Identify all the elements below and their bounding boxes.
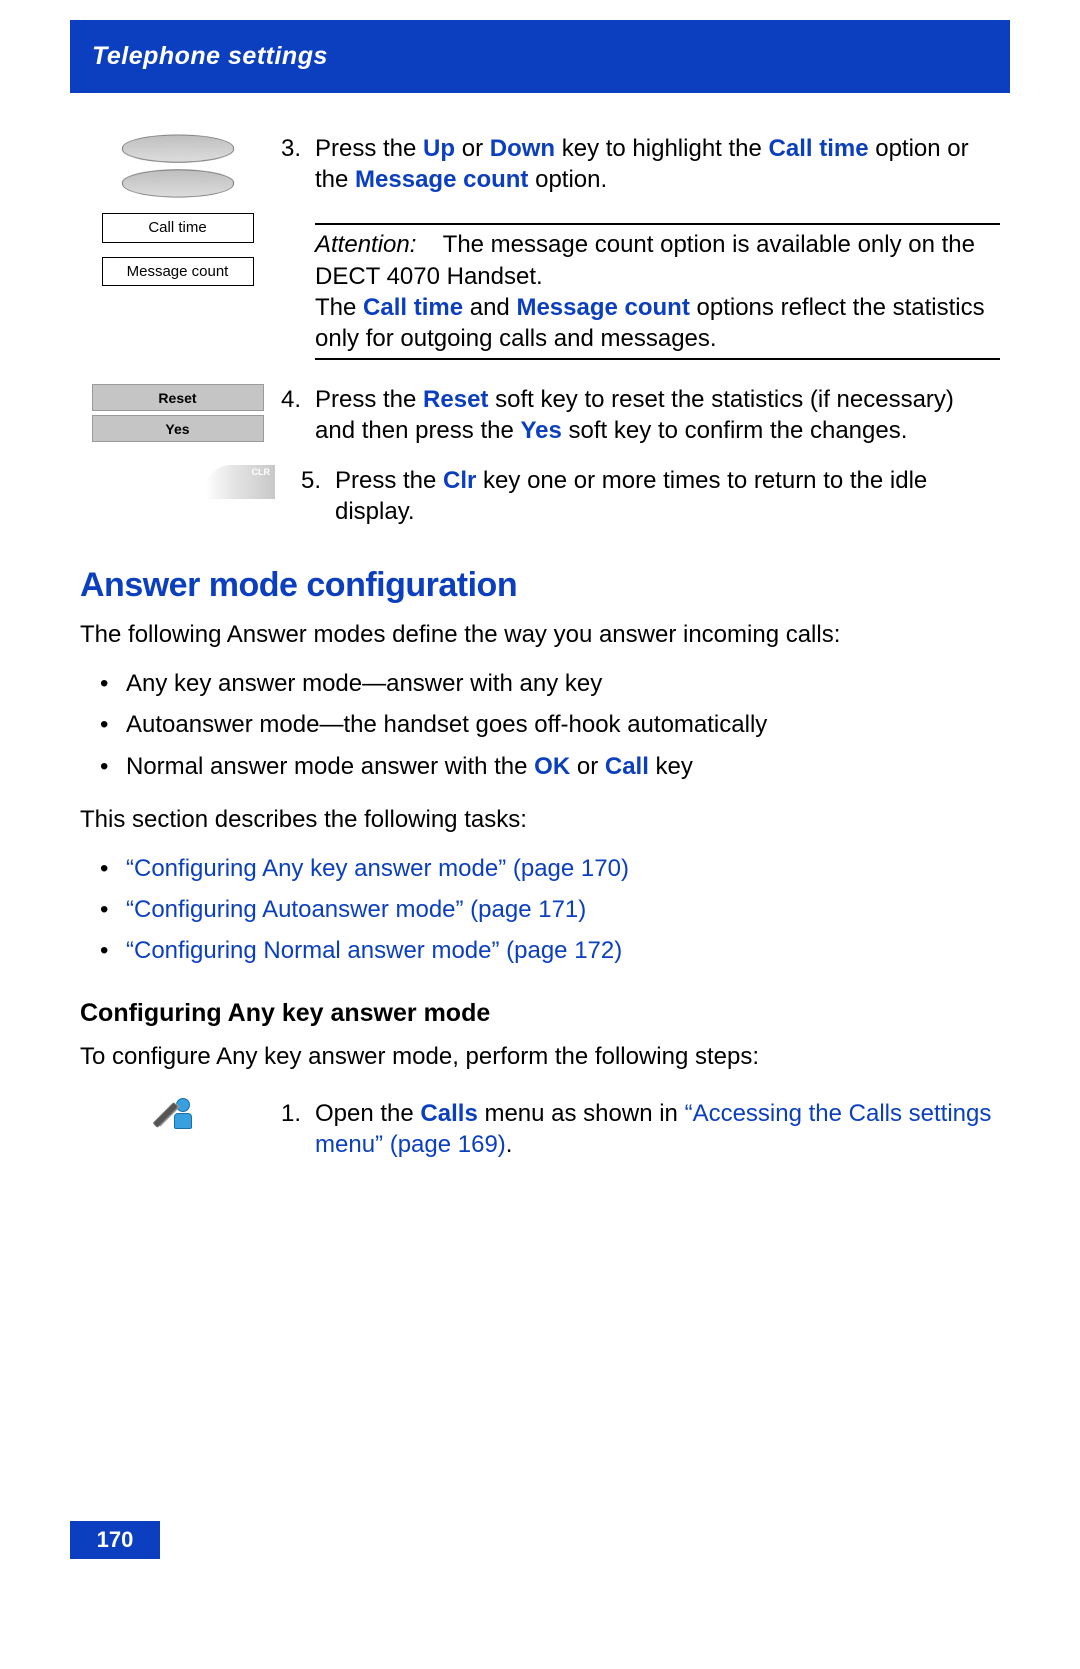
page-number-value: 170 [97,1527,134,1553]
tasks-intro: This section describes the following tas… [80,804,1000,835]
attention-note: Attention: The message count option is a… [315,223,1000,360]
mode-any-key: Any key answer mode—answer with any key [126,668,602,699]
yes-label: Yes [520,417,561,444]
reset-label: Reset [423,386,488,413]
bullet-icon: • [100,894,108,925]
chapter-header: Telephone settings [70,20,1010,93]
step-3-illustration: Call time Message count [80,133,275,286]
chapter-title: Telephone settings [92,42,328,70]
option-call-time: Call time [102,213,254,243]
step-5-body: Press the Clr key one or more times to r… [335,465,1000,527]
t: Open the [315,1100,420,1127]
anykey-step-1-body: Open the Calls menu as shown in “Accessi… [315,1098,1000,1160]
anykey-step-1-row: 1. Open the Calls menu as shown in “Acce… [80,1098,1000,1160]
list-item: • Any key answer mode—answer with any ke… [100,668,1000,699]
t: Press the [315,386,423,413]
step-4-row: Reset Yes 4. Press the Reset soft key to… [80,384,1000,446]
t: or [455,135,490,162]
step-5-illustration: CLR [80,465,295,499]
clr-key-icon: CLR [205,465,275,499]
subsection-heading: Configuring Any key answer mode [80,997,1000,1030]
t: option. [528,166,607,193]
step-5-number: 5. [295,465,321,496]
attention-label: Attention: [315,231,416,258]
t: or [570,753,605,780]
up-key-label: Up [423,135,455,162]
step-4-illustration: Reset Yes [80,384,275,446]
mode-normal: Normal answer mode answer with the OK or… [126,751,693,782]
section-title: Answer mode configuration [80,563,1000,607]
clr-label: Clr [443,467,476,494]
yes-softkey: Yes [92,415,264,442]
bullet-icon: • [100,668,108,699]
t: . [506,1131,513,1158]
page: Telephone settings Call time Message cou… [0,0,1080,1669]
bullet-icon: • [100,709,108,740]
intro-paragraph: The following Answer modes define the wa… [80,619,1000,650]
step-5-row: CLR 5. Press the Clr key one or more tim… [80,465,1000,527]
clr-key-label: CLR [252,468,271,477]
call-time-label: Call time [769,135,869,162]
note-message-count: Message count [516,294,689,321]
t: menu as shown in [478,1100,685,1127]
link-autoanswer[interactable]: “Configuring Autoanswer mode” (page 171) [126,894,586,925]
t: key [649,753,693,780]
link-normal[interactable]: “Configuring Normal answer mode” (page 1… [126,935,622,966]
link-any-key[interactable]: “Configuring Any key answer mode” (page … [126,853,629,884]
reset-softkey: Reset [92,384,264,411]
list-item: • Autoanswer mode—the handset goes off-h… [100,709,1000,740]
step-3-row: Call time Message count 3. Press the Up … [80,133,1000,360]
list-item: • “Configuring Autoanswer mode” (page 17… [100,894,1000,925]
ok-label: OK [534,753,570,780]
t: key to highlight the [555,135,768,162]
calls-label: Calls [420,1100,477,1127]
step-4-number: 4. [275,384,301,415]
message-count-label: Message count [355,166,528,193]
answer-modes-list: • Any key answer mode—answer with any ke… [80,668,1000,782]
step-4-text: 4. Press the Reset soft key to reset the… [275,384,1000,446]
t: and [463,294,516,321]
step-4-body: Press the Reset soft key to reset the st… [315,384,1000,446]
list-item: • “Configuring Normal answer mode” (page… [100,935,1000,966]
anykey-step-1-illustration [80,1098,275,1129]
bullet-icon: • [100,853,108,884]
down-key-label: Down [490,135,555,162]
option-message-count: Message count [102,257,254,287]
calls-menu-icon [163,1098,192,1129]
t: The [315,294,363,321]
step-5-text: 5. Press the Clr key one or more times t… [295,465,1000,527]
page-number: 170 [70,1521,160,1559]
step-3-text: 3. Press the Up or Down key to highlight… [275,133,1000,360]
bullet-icon: • [100,935,108,966]
t: Press the [335,467,443,494]
step-3-number: 3. [275,133,301,164]
page-content: Call time Message count 3. Press the Up … [70,93,1010,1161]
step-3-body: Press the Up or Down key to highlight th… [315,133,1000,360]
note-call-time: Call time [363,294,463,321]
up-key-icon [119,134,236,162]
tasks-list: • “Configuring Any key answer mode” (pag… [80,853,1000,967]
person-icon [174,1098,192,1129]
t: Normal answer mode answer with the [126,753,534,780]
down-key-icon [119,169,236,197]
subsection-intro: To configure Any key answer mode, perfor… [80,1041,1000,1072]
list-item: • Normal answer mode answer with the OK … [100,751,1000,782]
mode-autoanswer: Autoanswer mode—the handset goes off-hoo… [126,709,767,740]
bullet-icon: • [100,751,108,782]
call-label: Call [605,753,649,780]
t: soft key to confirm the changes. [562,417,908,444]
anykey-step-1-text: 1. Open the Calls menu as shown in “Acce… [275,1098,1000,1160]
list-item: • “Configuring Any key answer mode” (pag… [100,853,1000,884]
t: Press the [315,135,423,162]
anykey-step-1-number: 1. [275,1098,301,1129]
